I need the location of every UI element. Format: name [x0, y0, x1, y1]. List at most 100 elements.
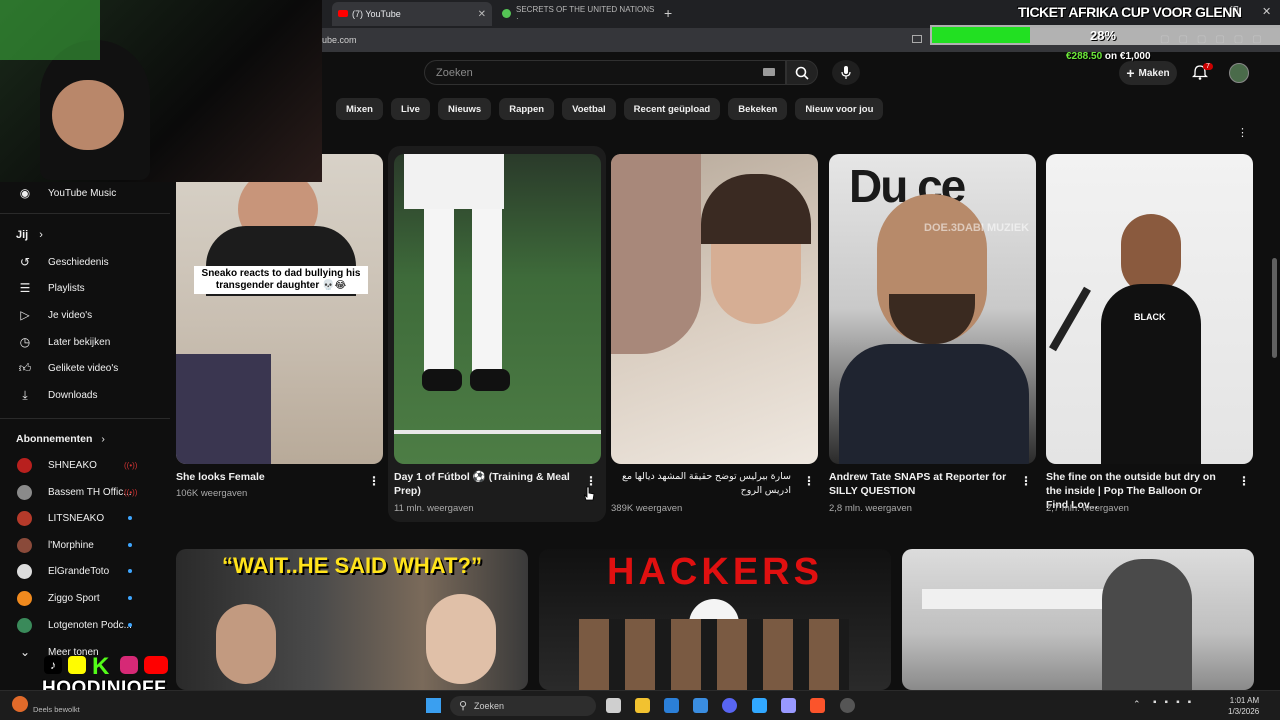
- new-tab-icon[interactable]: +: [664, 5, 672, 21]
- sidebar-item-playlists[interactable]: ☰ Playlists: [0, 275, 170, 301]
- video-thumbnail[interactable]: [394, 154, 601, 464]
- video-title[interactable]: She looks Female: [176, 470, 356, 484]
- video-title[interactable]: Day 1 of Fútbol ⚽ (Training & Meal Prep): [394, 470, 574, 498]
- subscription-item[interactable]: SHNEAKO ((•)): [0, 452, 170, 478]
- video-menu-icon[interactable]: ⋮: [368, 474, 380, 488]
- sidebar-item-your-videos[interactable]: ▷ Je video's: [0, 302, 170, 328]
- sock-left-shape: [424, 209, 454, 379]
- keyboard-icon[interactable]: [763, 68, 775, 76]
- chip-nieuw-voor-jou[interactable]: Nieuw voor jou: [795, 98, 884, 120]
- thumbnail-caption: Sneako reacts to dad bullying his transg…: [194, 266, 368, 294]
- video-thumbnail[interactable]: Sneako reacts to dad bullying his transg…: [176, 154, 383, 464]
- discord-icon[interactable]: [722, 698, 737, 713]
- subscription-item[interactable]: Ziggo Sport: [0, 585, 170, 611]
- create-label: Maken: [1138, 67, 1170, 79]
- subscription-item[interactable]: Lotgenoten Podc...: [0, 612, 170, 638]
- download-icon: ⤓: [22, 387, 28, 402]
- subscription-item[interactable]: LITSNEAKO: [0, 505, 170, 531]
- windows-start-icon[interactable]: [426, 698, 441, 713]
- goal-progress-fill: [932, 27, 1030, 43]
- webcam-overlay: [0, 0, 322, 182]
- shorts-shape: [404, 154, 504, 209]
- video-menu-icon[interactable]: ⋮: [803, 474, 815, 488]
- goal-amount: €288.50 on €1,000: [1066, 51, 1151, 62]
- tab-youtube[interactable]: (7) YouTube ✕: [332, 2, 492, 26]
- sidebar-item-downloads[interactable]: ⤓ Downloads: [0, 382, 170, 408]
- video-menu-icon[interactable]: ⋮: [1238, 474, 1250, 488]
- new-content-dot: [128, 543, 132, 547]
- taskbar-search[interactable]: ⚲ Zoeken: [450, 696, 596, 716]
- subscription-item[interactable]: ElGrandeToto: [0, 558, 170, 584]
- video-thumbnail[interactable]: [611, 154, 818, 464]
- tab-close-icon[interactable]: ✕: [478, 9, 486, 20]
- video-thumbnail[interactable]: BLACK: [1046, 154, 1253, 464]
- voice-search-button[interactable]: [832, 60, 860, 85]
- channel-avatar: [17, 537, 32, 553]
- photoshop-icon[interactable]: [752, 698, 767, 713]
- subscription-item[interactable]: l'Morphine: [0, 532, 170, 558]
- create-button[interactable]: + Maken: [1119, 61, 1177, 85]
- face-shape: [216, 604, 276, 684]
- cast-icon[interactable]: [912, 35, 922, 43]
- video-thumbnail[interactable]: “WAIT..HE SAID WHAT?”: [176, 549, 528, 690]
- premiere-icon[interactable]: [781, 698, 796, 713]
- figures-shape: [579, 619, 849, 690]
- divider: [0, 418, 170, 419]
- sidebar-item-youtube-music[interactable]: ◉ YouTube Music: [0, 180, 170, 206]
- search-button[interactable]: [786, 60, 818, 85]
- subscription-item[interactable]: Bassem TH Offic... ((•)): [0, 479, 170, 505]
- tray-icons[interactable]: ▪▪▪▪: [1153, 697, 1199, 708]
- brave-browser-icon[interactable]: [810, 698, 825, 713]
- video-thumbnail[interactable]: HACKERS: [539, 549, 891, 690]
- chip-mixen[interactable]: Mixen: [336, 98, 383, 120]
- chip-voetbal[interactable]: Voetbal: [562, 98, 616, 120]
- dress-shape: [1101, 284, 1201, 464]
- file-explorer-icon[interactable]: [635, 698, 650, 713]
- account-avatar[interactable]: [1229, 63, 1249, 83]
- hair-shape: [701, 174, 811, 244]
- video-views: 389K weergaven: [611, 503, 683, 514]
- scrollbar-thumb[interactable]: [1272, 258, 1277, 358]
- more-options-icon[interactable]: ⋮: [1237, 126, 1248, 139]
- watch-later-icon: ◷: [19, 335, 31, 349]
- tray-overflow-icon[interactable]: ⌃: [1133, 699, 1141, 710]
- store-icon[interactable]: [664, 698, 679, 713]
- new-content-dot: [128, 623, 132, 627]
- video-menu-icon[interactable]: ⋮: [1020, 474, 1032, 488]
- chip-recent[interactable]: Recent geüpload: [623, 98, 721, 120]
- video-title[interactable]: سارة بيرليس توضح حقيقة المشهد ديالها مع …: [611, 470, 791, 498]
- microphone-icon: [841, 65, 851, 79]
- channel-name: Ziggo Sport: [48, 592, 100, 604]
- chip-live[interactable]: Live: [390, 98, 430, 120]
- obs-icon[interactable]: [840, 698, 855, 713]
- subscriptions-label: Abonnementen: [16, 433, 93, 445]
- chip-rappen[interactable]: Rappen: [499, 98, 555, 120]
- video-title[interactable]: Andrew Tate SNAPS at Reporter for SILLY …: [829, 470, 1009, 498]
- channel-avatar: [17, 590, 32, 606]
- search-input[interactable]: Zoeken: [424, 60, 786, 85]
- task-view-icon[interactable]: [606, 698, 621, 713]
- you-label: Jij: [16, 229, 29, 241]
- sidebar-item-watch-later[interactable]: ◷ Later bekijken: [0, 329, 170, 355]
- chip-bekeken[interactable]: Bekeken: [728, 98, 788, 120]
- tab-secrets[interactable]: SECRETS OF THE UNITED NATIONS ·: [496, 2, 656, 26]
- url-text[interactable]: ube.com: [322, 35, 357, 45]
- jacket-shape: [839, 344, 1029, 464]
- tiktok-icon: ♪: [44, 656, 62, 674]
- subscriptions-heading[interactable]: Abonnementen ›: [16, 433, 105, 445]
- close-window-icon[interactable]: ✕: [1262, 5, 1271, 18]
- taskbar-search-label: Zoeken: [474, 701, 505, 711]
- sidebar-item-liked-videos[interactable]: 👍︎ Gelikete video's: [0, 355, 170, 381]
- boot-left-shape: [422, 369, 462, 391]
- video-thumbnail[interactable]: [902, 549, 1254, 690]
- weather-icon[interactable]: [12, 696, 28, 712]
- sidebar-item-label: Gelikete video's: [48, 362, 119, 374]
- sidebar-item-history[interactable]: ↺ Geschiedenis: [0, 249, 170, 275]
- edge-icon[interactable]: [693, 698, 708, 713]
- chip-nieuws[interactable]: Nieuws: [437, 98, 492, 120]
- you-section-heading[interactable]: Jij ›: [16, 229, 43, 241]
- video-thumbnail[interactable]: Du ce DOE.3DABI MUZIEK: [829, 154, 1036, 464]
- chevron-right-icon: ›: [39, 229, 43, 241]
- system-clock[interactable]: 1:01 AM 1/3/2026: [1228, 695, 1259, 717]
- channel-avatar: [17, 510, 32, 526]
